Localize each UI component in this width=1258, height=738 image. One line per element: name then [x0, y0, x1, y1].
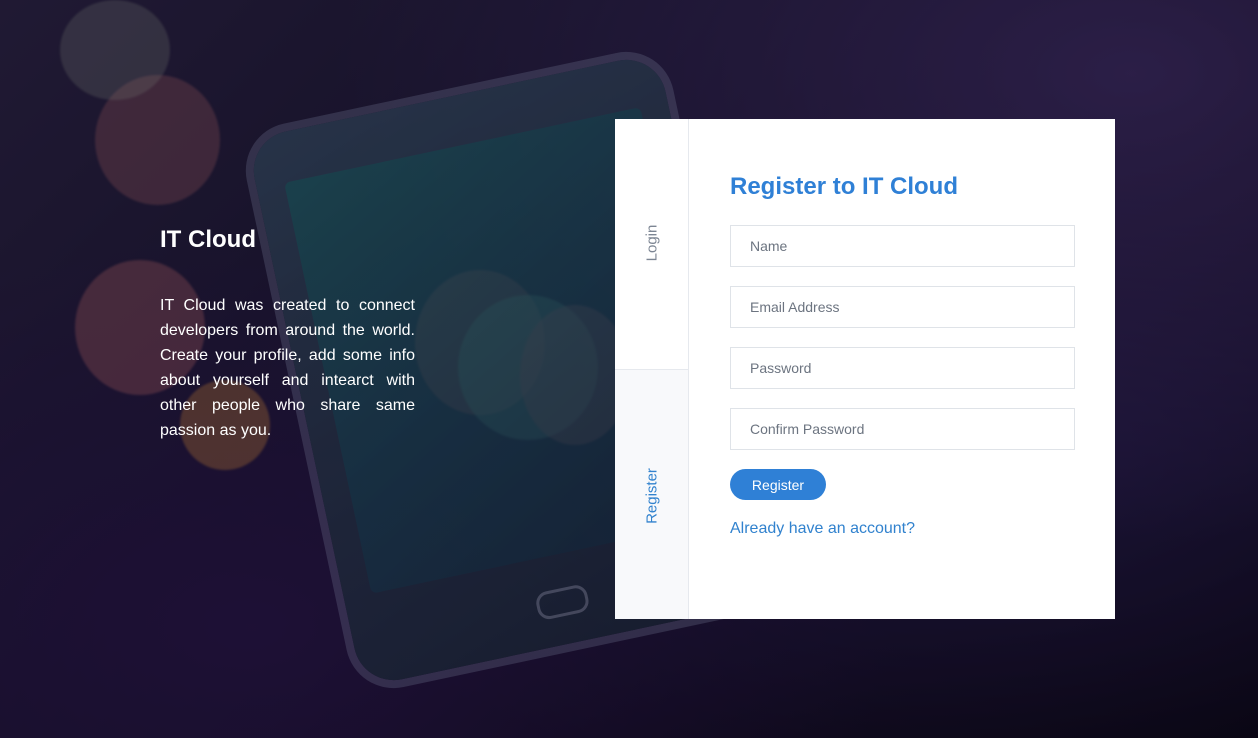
intro-description: IT Cloud was created to connect develope… — [160, 297, 415, 439]
login-link[interactable]: Already have an account? — [730, 520, 1075, 538]
name-field[interactable] — [730, 225, 1075, 267]
password-field[interactable] — [730, 347, 1075, 389]
auth-card: Login Register Register to IT Cloud Regi… — [615, 119, 1115, 619]
register-button[interactable]: Register — [730, 469, 826, 500]
register-form: Register to IT Cloud Register Already ha… — [689, 119, 1115, 619]
tab-register-label: Register — [643, 467, 660, 524]
form-title: Register to IT Cloud — [730, 173, 958, 200]
email-field[interactable] — [730, 286, 1075, 328]
intro-section: IT Cloud IT Cloud was created to connect… — [160, 224, 415, 443]
intro-title: IT Cloud — [160, 226, 256, 253]
tab-login[interactable]: Login — [615, 119, 688, 370]
auth-tabs: Login Register — [615, 119, 689, 619]
page-background: IT Cloud IT Cloud was created to connect… — [0, 0, 1258, 738]
tab-register[interactable]: Register — [615, 369, 688, 619]
confirm-password-field[interactable] — [730, 408, 1075, 450]
tab-login-label: Login — [643, 224, 660, 262]
